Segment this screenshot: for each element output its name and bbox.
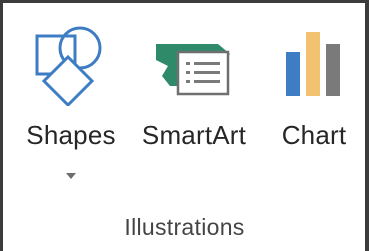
group-border-top: [0, 0, 369, 3]
smartart-button[interactable]: SmartArt: [131, 16, 257, 196]
chart-icon: [282, 26, 346, 105]
shapes-dropdown-caret-icon[interactable]: [66, 173, 76, 179]
smartart-icon: [152, 26, 236, 105]
group-title: Illustrations: [124, 214, 245, 240]
chart-button[interactable]: Chart: [270, 16, 358, 196]
chart-label: Chart: [281, 120, 347, 150]
shapes-label: Shapes: [26, 120, 116, 150]
illustrations-ribbon-group: Shapes SmartArt Chart Illustrations: [0, 0, 369, 251]
smartart-label: SmartArt: [141, 120, 247, 150]
shapes-button[interactable]: Shapes: [22, 16, 120, 196]
shapes-icon: [32, 26, 110, 111]
